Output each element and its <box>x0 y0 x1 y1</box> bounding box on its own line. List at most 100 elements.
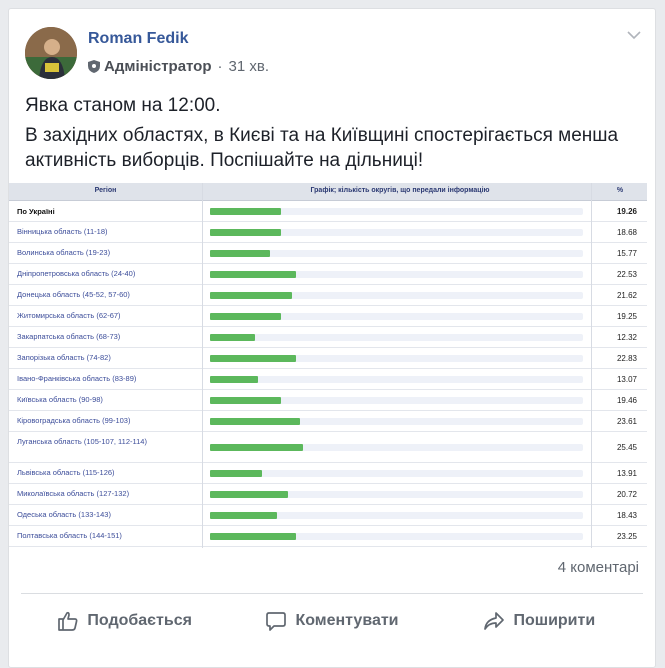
region-name: Кіровоградська область (99-103) <box>17 416 131 425</box>
bar-track <box>210 334 583 341</box>
bar-track <box>210 313 583 320</box>
thumbs-up-icon <box>58 611 78 631</box>
turnout-value: 21.62 <box>616 291 637 300</box>
turnout-bar <box>210 512 278 519</box>
like-label: Подобається <box>87 612 192 629</box>
header-percent: % <box>616 187 624 194</box>
region-name: Донецька область (45-52, 57-60) <box>17 290 130 299</box>
bar-track <box>210 470 583 477</box>
table-row: По Україні 19.26 <box>9 201 647 222</box>
actions-divider <box>21 593 643 594</box>
turnout-value: 22.83 <box>616 354 637 363</box>
post-text: В західних областях, в Києві та на Київщ… <box>25 125 619 171</box>
region-name: Вінницька область (11-18) <box>17 227 108 236</box>
region-name: Івано-Франківська область (83-89) <box>17 374 137 383</box>
turnout-value: 20.72 <box>616 490 637 499</box>
bar-track <box>210 229 583 236</box>
avatar[interactable] <box>25 27 77 79</box>
table-row: Львівська область (115-126) 13.91 <box>9 463 647 484</box>
post-card: Roman Fedik Адміністратор · 31 хв. Явка … <box>8 8 656 668</box>
turnout-value: 19.26 <box>616 207 637 216</box>
turnout-bar <box>210 208 281 215</box>
turnout-value: 22.53 <box>616 270 637 279</box>
post-actions: Подобається Коментувати Поширити <box>21 605 643 637</box>
table-row: Донецька область (45-52, 57-60) 21.62 <box>9 285 647 306</box>
turnout-value: 23.25 <box>616 532 637 541</box>
author-name[interactable]: Roman Fedik <box>88 30 188 48</box>
turnout-bar <box>210 334 255 341</box>
turnout-bar <box>210 397 281 404</box>
turnout-value: 13.07 <box>616 375 637 384</box>
comment-label: Коментувати <box>295 612 399 629</box>
bar-track <box>210 397 583 404</box>
post-text-line1: Явка станом на 12:00. <box>25 95 221 116</box>
turnout-bar <box>210 444 304 451</box>
region-name: По Україні <box>17 207 55 216</box>
header-graph: Графік; кількість округів, що передали і… <box>310 187 490 194</box>
region-name: Київська область (90-98) <box>17 395 103 404</box>
turnout-bar <box>210 271 296 278</box>
table-row: Житомирська область (62-67) 19.25 <box>9 306 647 327</box>
column-divider <box>591 183 592 548</box>
bar-track <box>210 376 583 383</box>
turnout-value: 23.61 <box>616 417 637 426</box>
comments-count[interactable]: 4 коментарі <box>558 559 639 576</box>
turnout-value: 25.45 <box>616 443 637 452</box>
table-row: Полтавська область (144-151) 23.25 <box>9 526 647 547</box>
table-row: Київська область (90-98) 19.46 <box>9 390 647 411</box>
turnout-bar <box>210 250 270 257</box>
region-name: Дніпропетровська область (24-40) <box>17 269 136 278</box>
turnout-bar <box>210 491 289 498</box>
region-name: Луганська область (105-107, 112-114) <box>17 437 147 446</box>
region-name: Львівська область (115-126) <box>17 468 115 477</box>
bar-track <box>210 491 583 498</box>
comment-button[interactable]: Коментувати <box>228 605 435 637</box>
post-menu-button[interactable] <box>627 27 641 45</box>
turnout-bar <box>210 229 281 236</box>
author-role: Адміністратор <box>104 58 212 75</box>
table-row: Миколаївська область (127-132) 20.72 <box>9 484 647 505</box>
share-button[interactable]: Поширити <box>436 605 643 637</box>
region-name: Закарпатська область (68-73) <box>17 332 121 341</box>
turnout-bar <box>210 470 263 477</box>
speech-bubble-icon <box>266 612 287 631</box>
bar-track <box>210 418 583 425</box>
turnout-value: 12.32 <box>616 333 637 342</box>
turnout-value: 15.77 <box>616 249 637 258</box>
turnout-bar <box>210 533 296 540</box>
turnout-table-image[interactable]: Регіон Графік; кількість округів, що пер… <box>9 183 655 548</box>
table-row: Закарпатська область (68-73) 12.32 <box>9 327 647 348</box>
table-row: Волинська область (19-23) 15.77 <box>9 243 647 264</box>
turnout-value: 19.46 <box>616 396 637 405</box>
table-row: Кіровоградська область (99-103) 23.61 <box>9 411 647 432</box>
turnout-bar <box>210 355 296 362</box>
table-header: Регіон Графік; кількість округів, що пер… <box>9 183 647 201</box>
turnout-bar <box>210 418 300 425</box>
bar-track <box>210 512 583 519</box>
turnout-value: 18.68 <box>616 228 637 237</box>
region-name: Одеська область (133-143) <box>17 510 111 519</box>
table-row: Луганська область (105-107, 112-114) 25.4… <box>9 432 647 463</box>
table-row: Дніпропетровська область (24-40) 22.53 <box>9 264 647 285</box>
chevron-down-icon <box>627 31 641 40</box>
turnout-value: 18.43 <box>616 511 637 520</box>
bar-track <box>210 208 583 215</box>
table-row: Запорізька область (74-82) 22.83 <box>9 348 647 369</box>
region-name: Запорізька область (74-82) <box>17 353 111 362</box>
turnout-bar <box>210 376 259 383</box>
turnout-bar <box>210 292 293 299</box>
turnout-bar <box>210 313 281 320</box>
region-name: Миколаївська область (127-132) <box>17 489 130 498</box>
table-row: Одеська область (133-143) 18.43 <box>9 505 647 526</box>
turnout-value: 19.25 <box>616 312 637 321</box>
like-button[interactable]: Подобається <box>21 605 228 637</box>
shield-icon <box>88 60 100 73</box>
post-meta: Адміністратор · 31 хв. <box>88 58 269 75</box>
table-row: Івано-Франківська область (83-89) 13.07 <box>9 369 647 390</box>
share-label: Поширити <box>513 612 596 629</box>
table-row: Вінницька область (11-18) 18.68 <box>9 222 647 243</box>
meta-separator: · <box>217 58 223 75</box>
avatar-photo-icon <box>25 27 77 79</box>
column-divider <box>202 183 203 548</box>
post-time[interactable]: 31 хв. <box>229 58 270 75</box>
